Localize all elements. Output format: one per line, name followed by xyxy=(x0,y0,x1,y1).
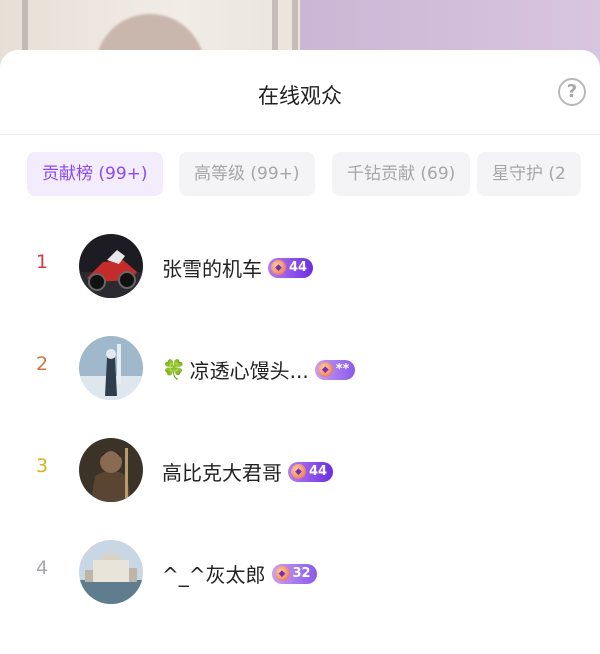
help-icon[interactable]: ? xyxy=(558,78,586,106)
fan-gem-icon: ◆ xyxy=(291,464,306,479)
viewer-name-group: 张雪的机车 ◆ 44 xyxy=(162,253,314,282)
rank-number: 2 xyxy=(35,353,49,375)
avatar[interactable] xyxy=(79,540,143,604)
viewer-row[interactable]: 2 🍀 凉透心馒头... ◆ ** xyxy=(0,320,600,422)
viewer-name[interactable]: 高比克大君哥 xyxy=(162,457,282,486)
fan-gem-icon: ◆ xyxy=(271,260,286,275)
fan-gem-icon: ◆ xyxy=(274,566,290,581)
badge-level: ** xyxy=(335,362,350,377)
viewer-row[interactable]: 1 张雪的机车 ◆ 44 xyxy=(0,218,600,320)
viewer-name-group: ^_^灰太郎 ◆ 32 xyxy=(162,559,317,588)
viewer-name-group: 🍀 凉透心馒头... ◆ ** xyxy=(162,355,356,384)
avatar[interactable] xyxy=(79,438,143,502)
sheet-header: 在线观众 ? xyxy=(0,50,600,135)
viewer-name-group: 高比克大君哥 ◆ 44 xyxy=(162,457,334,486)
tab-contribution[interactable]: 贡献榜 (99+) xyxy=(27,152,163,196)
avatar[interactable] xyxy=(79,336,143,400)
tab-high-level[interactable]: 高等级 (99+) xyxy=(179,152,315,196)
rank-number: 3 xyxy=(35,455,49,477)
badge-level: 32 xyxy=(292,566,311,581)
badge-level: 44 xyxy=(309,464,328,479)
fan-gem-icon: ◆ xyxy=(317,362,333,377)
viewer-name[interactable]: 张雪的机车 xyxy=(162,253,262,282)
clover-icon: 🍀 xyxy=(162,359,186,381)
online-audience-sheet: 在线观众 ? 贡献榜 (99+) 高等级 (99+) 千钻贡献 (69) 星守护… xyxy=(0,50,600,654)
viewer-name[interactable]: 凉透心馒头... xyxy=(190,355,309,384)
viewer-name[interactable]: ^_^灰太郎 xyxy=(162,559,266,588)
rank-number: 1 xyxy=(35,251,49,273)
sheet-title: 在线观众 xyxy=(258,84,342,108)
level-badge: ◆ ** xyxy=(314,359,356,380)
avatar[interactable] xyxy=(79,234,143,298)
tab-bar: 贡献榜 (99+) 高等级 (99+) 千钻贡献 (69) 星守护 (2 xyxy=(27,152,600,198)
level-badge: ◆ 44 xyxy=(268,257,314,278)
rank-number: 4 xyxy=(35,557,49,579)
badge-level: 44 xyxy=(289,260,308,275)
viewer-row[interactable]: 4 ^_^灰太郎 ◆ 32 xyxy=(0,524,600,626)
viewer-row[interactable]: 3 高比克大君哥 ◆ 44 xyxy=(0,422,600,524)
tab-diamond-contribution[interactable]: 千钻贡献 (69) xyxy=(332,152,471,196)
level-badge: ◆ 32 xyxy=(271,563,317,584)
level-badge: ◆ 44 xyxy=(288,461,334,482)
tab-star-guardian[interactable]: 星守护 (2 xyxy=(477,152,581,196)
